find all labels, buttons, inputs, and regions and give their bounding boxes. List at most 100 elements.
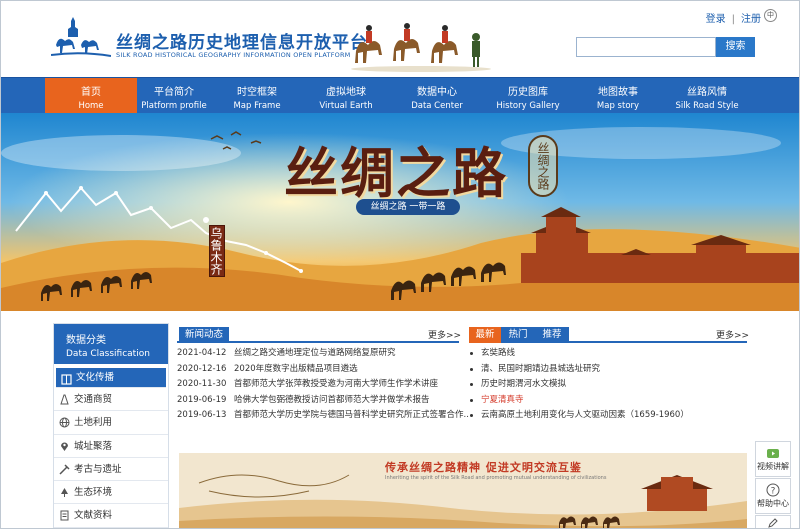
register-link[interactable]: 注册 [741, 10, 761, 25]
help-icon: ? [766, 483, 780, 497]
help-center-button[interactable]: ? 帮助中心 [755, 478, 791, 514]
edit-button[interactable] [755, 515, 791, 528]
caravan-illustration [351, 23, 491, 72]
nav-item-map-story[interactable]: 地图故事 Map story [572, 78, 664, 114]
sidebar-item-archaeology[interactable]: 考古与遗址 [54, 458, 168, 482]
search-input[interactable] [576, 37, 716, 57]
location-icon [61, 442, 68, 451]
list-item-title: 清、民国时期靖边县城选址研究 [481, 364, 601, 374]
hero-banner[interactable]: 丝绸之路 丝绸之路 丝绸之路 一带一路 乌鲁木齐 [1, 113, 799, 311]
video-guide-button[interactable]: 视频讲解 [755, 441, 791, 477]
latest-tabbar: 最新 热门 推荐 [469, 327, 747, 343]
news-title: 哈佛大学包弼德教授访问首都师范大学并做学术报告 [234, 395, 430, 405]
news-date: 2020-12-16 [177, 364, 227, 374]
header: 丝绸之路历史地理信息开放平台 SILK ROAD HISTORICAL GEOG… [1, 1, 799, 77]
banner-seal: 丝绸之路 [528, 135, 558, 197]
nav-label-zh: 虚拟地球 [326, 87, 366, 98]
sidebar-item-label: 城址聚落 [74, 440, 113, 452]
search-button[interactable]: 搜索 [716, 37, 755, 57]
nav-label-en: Map story [596, 101, 640, 111]
nav-label-zh: 时空框架 [237, 87, 277, 98]
edit-icon [768, 518, 778, 528]
help-center-label: 帮助中心 [757, 499, 789, 508]
tab-recommended[interactable]: 推荐 [535, 327, 569, 343]
news-item[interactable]: 2019-06-13 首都师范大学历史学院与德国马普科学史研究所正式签署合作... [177, 408, 469, 423]
main-nav: 首页 Home 平台简介 Platform profile 时空框架 Map Fram… [1, 77, 799, 114]
archaeology-icon [59, 464, 70, 475]
nav-label-zh: 平台简介 [154, 87, 194, 98]
bullet [470, 399, 473, 402]
tab-popular[interactable]: 热门 [501, 327, 535, 343]
sidebar-item-label: 土地利用 [74, 417, 113, 429]
tab-latest[interactable]: 最新 [469, 327, 501, 343]
svg-text:?: ? [771, 487, 776, 497]
news-title: 2020年度数字出版精品项目遴选 [234, 364, 358, 374]
nav-item-data-center[interactable]: 数据中心 Data Center [391, 78, 483, 114]
latest-more-link[interactable]: 更多>> [716, 328, 749, 341]
list-item-title: 云南高原土地利用变化与人文驱动因素（1659-1960） [481, 410, 689, 420]
nav-label-zh: 地图故事 [598, 87, 638, 98]
nav-item-platform-profile[interactable]: 平台简介 Platform profile [128, 78, 220, 114]
road-icon [60, 394, 69, 405]
nav-item-silk-road-style[interactable]: 丝路风情 Silk Road Style [661, 78, 753, 114]
language-toggle[interactable]: 中 [764, 9, 777, 22]
sidebar-item-land-use[interactable]: 土地利用 [54, 411, 168, 435]
bullet [470, 368, 473, 371]
tab-news[interactable]: 新闻动态 [179, 327, 229, 343]
news-item[interactable]: 2020-12-16 2020年度数字出版精品项目遴选 [177, 362, 469, 377]
globe-icon [59, 417, 70, 428]
news-title: 丝绸之路交通地理定位与道路网络复原研究 [234, 348, 396, 358]
news-date: 2020-11-30 [177, 379, 227, 389]
news-title: 首都师范大学历史学院与德国马普科学史研究所正式签署合作... [234, 410, 469, 420]
page: 丝绸之路历史地理信息开放平台 SILK ROAD HISTORICAL GEOG… [0, 0, 800, 529]
video-guide-label: 视频讲解 [757, 462, 789, 471]
nav-item-home[interactable]: 首页 Home [45, 78, 137, 114]
news-item[interactable]: 2020-11-30 首都师范大学张萍教授受邀为河南大学师生作学术讲座 [177, 377, 469, 392]
news-item[interactable]: 2019-06-19 哈佛大学包弼德教授访问首都师范大学并做学术报告 [177, 393, 469, 408]
nav-item-map-frame[interactable]: 时空框架 Map Frame [211, 78, 303, 114]
book-icon [61, 374, 72, 385]
banner-title: 丝绸之路 [284, 141, 508, 205]
list-item-title: 历史时期渭河水文模拟 [481, 379, 567, 389]
site-title: 丝绸之路历史地理信息开放平台 [116, 33, 368, 53]
list-item[interactable]: 玄奘路线 [469, 346, 515, 361]
bullet [470, 414, 473, 417]
logo-icon [51, 17, 111, 57]
bullet [470, 383, 473, 386]
list-item[interactable]: 云南高原土地利用变化与人文驱动因素（1659-1960） [469, 408, 689, 423]
lower-banner[interactable]: 传承丝绸之路精神 促进文明交流互鉴 Inheriting the spirit … [179, 453, 747, 528]
data-classification-sidebar: 数据分类 Data Classification 文化传播 交通商贸 土地利用 … [53, 323, 169, 528]
sidebar-item-settlements[interactable]: 城址聚落 [54, 435, 168, 458]
nav-item-history-gallery[interactable]: 历史图库 History Gallery [482, 78, 574, 114]
nav-label-en: Virtual Earth [319, 101, 373, 111]
top-links: 登录 | 注册 [706, 10, 761, 25]
city-label-urumqi: 乌鲁木齐 [209, 225, 225, 277]
news-date: 2021-04-12 [177, 348, 227, 358]
sidebar-header: 数据分类 Data Classification [54, 324, 168, 364]
sidebar-item-label: 交通商贸 [74, 394, 113, 405]
sidebar-title: 数据分类 [66, 335, 106, 346]
document-icon [60, 510, 69, 521]
bullet [470, 352, 473, 355]
sidebar-item-ecology[interactable]: 生态环境 [54, 481, 168, 505]
news-item[interactable]: 2021-04-12 丝绸之路交通地理定位与道路网络复原研究 [177, 346, 469, 361]
list-item-highlighted[interactable]: 宁夏清真寺 [469, 393, 524, 408]
nav-label-zh: 数据中心 [417, 87, 457, 98]
slide-dots [381, 301, 414, 311]
sidebar-item-trade[interactable]: 交通商贸 [54, 388, 168, 412]
nav-item-virtual-earth[interactable]: 虚拟地球 Virtual Earth [300, 78, 392, 114]
news-tabbar: 新闻动态 [177, 327, 459, 343]
sidebar-item-label: 文献资料 [74, 510, 113, 522]
nav-label-en: Platform profile [141, 101, 207, 111]
sidebar-item-documents[interactable]: 文献资料 [54, 504, 168, 528]
list-item[interactable]: 历史时期渭河水文模拟 [469, 377, 566, 392]
login-link[interactable]: 登录 [706, 10, 726, 25]
news-more-link[interactable]: 更多>> [428, 328, 461, 341]
news-title: 首都师范大学张萍教授受邀为河南大学师生作学术讲座 [234, 379, 439, 389]
list-item[interactable]: 清、民国时期靖边县城选址研究 [469, 362, 600, 377]
news-date: 2019-06-13 [177, 410, 227, 420]
sidebar-subtitle: Data Classification [66, 349, 150, 359]
news-date: 2019-06-19 [177, 395, 227, 405]
nav-label-en: Silk Road Style [675, 101, 739, 111]
sidebar-item-culture[interactable]: 文化传播 [56, 368, 166, 388]
